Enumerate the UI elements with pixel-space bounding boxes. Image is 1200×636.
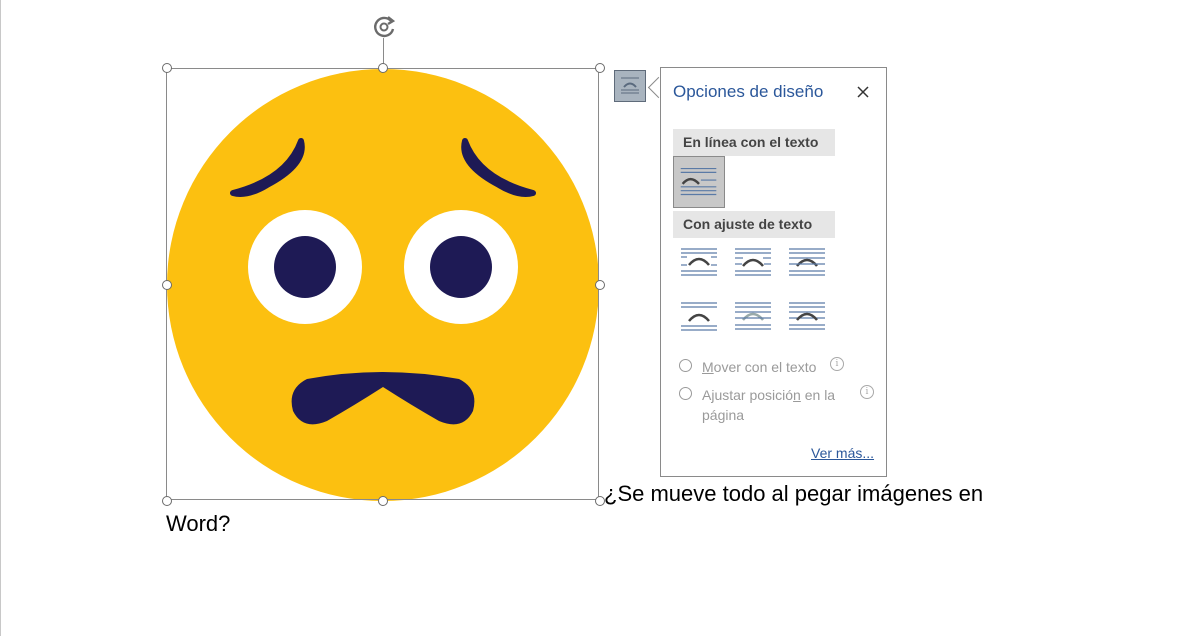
resize-handle-top[interactable] bbox=[378, 63, 388, 73]
layout-options-button[interactable] bbox=[614, 70, 646, 102]
image-selection-frame bbox=[166, 68, 599, 500]
fix-position-label: Ajustar posición en la bbox=[702, 387, 836, 403]
page-left-edge bbox=[0, 0, 1, 636]
wrap-through-option[interactable] bbox=[787, 245, 827, 285]
info-icon[interactable]: i bbox=[830, 357, 844, 371]
fix-position-label-line2: página bbox=[702, 407, 745, 423]
inline-with-text-option[interactable] bbox=[673, 156, 725, 208]
wrap-tight-option[interactable] bbox=[733, 245, 773, 285]
resize-handle-bottom[interactable] bbox=[378, 496, 388, 506]
in-front-of-text-option[interactable] bbox=[787, 299, 827, 339]
section-inline-header: En línea con el texto bbox=[673, 129, 835, 156]
resize-handle-bottom-left[interactable] bbox=[162, 496, 172, 506]
rotate-icon[interactable] bbox=[369, 12, 399, 42]
section-wrapping-header: Con ajuste de texto bbox=[673, 211, 835, 238]
fix-position-radio[interactable] bbox=[679, 387, 692, 400]
info-icon[interactable]: i bbox=[860, 385, 874, 399]
resize-handle-top-right[interactable] bbox=[595, 63, 605, 73]
wrap-top-bottom-option[interactable] bbox=[679, 299, 719, 339]
close-icon[interactable] bbox=[853, 82, 873, 102]
behind-text-option[interactable] bbox=[733, 299, 773, 339]
see-more-link[interactable]: Ver más... bbox=[811, 445, 874, 461]
move-with-text-radio[interactable] bbox=[679, 359, 692, 372]
wrap-square-option[interactable] bbox=[679, 245, 719, 285]
layout-options-pane: Opciones de diseño En línea con el texto… bbox=[660, 67, 887, 477]
layout-inline-icon bbox=[621, 77, 639, 94]
resize-handle-top-left[interactable] bbox=[162, 63, 172, 73]
pane-title: Opciones de diseño bbox=[673, 82, 824, 101]
document-text-line[interactable]: Word? bbox=[166, 511, 230, 537]
move-with-text-label: Mover con el texto bbox=[702, 359, 817, 375]
document-text-line[interactable]: ¿Se mueve todo al pegar imágenes en bbox=[604, 481, 983, 507]
resize-handle-left[interactable] bbox=[162, 280, 172, 290]
resize-handle-right[interactable] bbox=[595, 280, 605, 290]
